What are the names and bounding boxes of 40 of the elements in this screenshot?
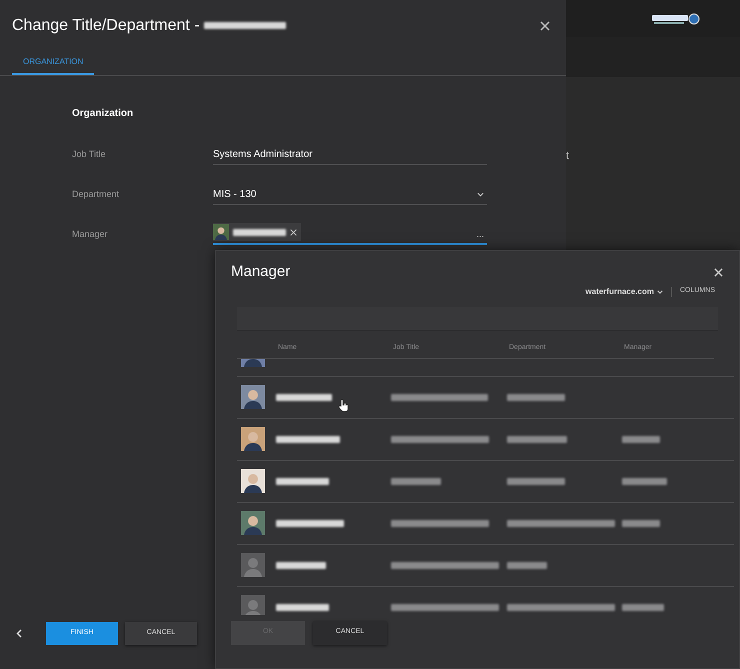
- redacted-text: [276, 562, 326, 568]
- redacted-text: [622, 520, 660, 526]
- input-field[interactable]: Systems Administrator: [213, 147, 487, 165]
- department-dropdown[interactable]: MIS - 130: [213, 187, 487, 205]
- redacted-text: [276, 394, 332, 400]
- redacted-text: [622, 436, 660, 442]
- dropdown-value: MIS - 130: [213, 188, 256, 202]
- chevron-down-icon: [656, 290, 663, 294]
- more-button[interactable]: ...: [476, 228, 484, 241]
- dialog-title: Manager: [231, 262, 290, 282]
- domain-dropdown[interactable]: waterfurnace.com: [586, 286, 663, 298]
- hand-cursor-icon: [338, 398, 349, 412]
- manager-picker[interactable]: ...: [213, 223, 487, 245]
- redacted-text: [507, 394, 565, 400]
- field-label: Manager: [72, 228, 109, 241]
- dialog-title: Change Title/Department -: [12, 16, 200, 36]
- redacted-text: [507, 562, 547, 568]
- person-chip[interactable]: [213, 223, 301, 241]
- redacted-text: [276, 436, 340, 442]
- redacted-text: [391, 478, 441, 484]
- field-label: Job Title: [72, 148, 107, 160]
- back-icon[interactable]: [16, 629, 22, 638]
- field-label: Department: [72, 188, 120, 201]
- avatar-figure: [213, 224, 229, 240]
- redacted-text: [622, 478, 667, 484]
- section-heading: Organization: [72, 107, 134, 121]
- redacted-text: [507, 436, 567, 442]
- redacted-text: [622, 604, 664, 610]
- close-icon[interactable]: [540, 20, 550, 30]
- redacted-text: [276, 604, 329, 610]
- redacted-text: [276, 478, 329, 484]
- redacted-text: [233, 228, 286, 236]
- redacted-text: [276, 520, 344, 526]
- tab[interactable]: ORGANIZATION: [12, 56, 94, 75]
- background-text: t: [566, 149, 570, 164]
- close-icon[interactable]: [714, 268, 723, 277]
- chevron-down-icon: [477, 192, 484, 197]
- remove-icon[interactable]: [290, 228, 297, 236]
- redacted-text: [507, 478, 565, 484]
- logo-icon: [652, 12, 700, 26]
